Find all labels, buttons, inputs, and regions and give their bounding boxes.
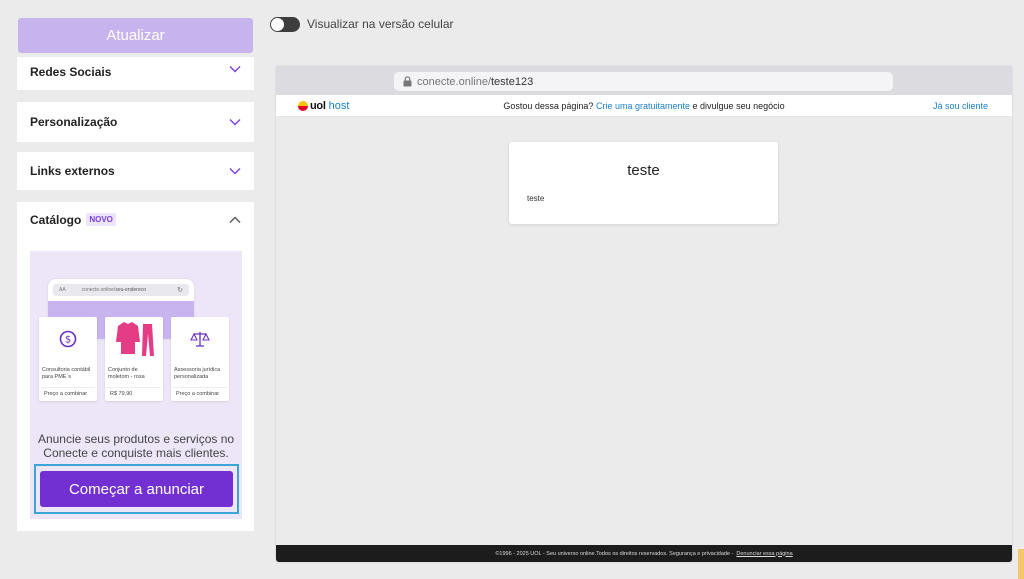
start-advertising-button[interactable]: Começar a anunciar xyxy=(40,471,233,507)
mobile-view-toggle[interactable] xyxy=(270,17,300,32)
promo-text: Anuncie seus produtos e serviços no Cone… xyxy=(37,432,235,460)
uol-logo-icon xyxy=(298,101,308,111)
existing-client-link[interactable]: Já sou cliente xyxy=(933,101,988,111)
product-card: $ Consultoria contábil para PME´s Preço … xyxy=(39,317,97,401)
product-card: Conjunto de moletom - rosa R$ 79,90 xyxy=(105,317,163,401)
host-wordmark: host xyxy=(328,100,350,112)
product-name: Assessoria jurídica personalizada xyxy=(174,367,221,380)
section-title: Redes Sociais xyxy=(30,65,112,79)
mock-url-path: seu-endereco xyxy=(115,287,146,293)
cta-focus-ring: Começar a anunciar xyxy=(34,464,239,514)
product-price: Preço a combinar xyxy=(41,387,95,397)
product-name: Consultoria contábil para PME´s xyxy=(42,367,91,380)
section-title: Catálogo xyxy=(30,213,82,227)
product-price: R$ 79,90 xyxy=(107,387,161,397)
section-social[interactable]: Redes Sociais xyxy=(17,57,254,90)
mock-address-bar: AA conecte.online/seu-endereco ↻ xyxy=(53,284,189,296)
uol-wordmark: uol xyxy=(310,100,326,112)
mock-url-host: conecte.online/ xyxy=(81,287,116,293)
promo-after: e divulgue seu negócio xyxy=(692,101,785,111)
corner-widget[interactable] xyxy=(1018,549,1024,579)
chevron-up-icon xyxy=(229,216,241,223)
uol-host-logo[interactable]: uol host xyxy=(298,100,349,112)
pink-sweatsuit-image xyxy=(116,322,154,356)
new-badge: NOVO xyxy=(86,213,116,226)
product-card: Assessoria jurídica personalizada Preço … xyxy=(171,317,229,401)
section-catalog: Catálogo NOVO AA conecte.online/seu-ender… xyxy=(17,202,254,531)
toggle-knob xyxy=(271,18,284,31)
report-page-link[interactable]: Denunciar essa página xyxy=(736,551,792,557)
section-external-links[interactable]: Links externos xyxy=(17,152,254,190)
lock-icon xyxy=(403,76,412,87)
url-path: teste123 xyxy=(491,75,534,88)
section-catalog-header[interactable]: Catálogo NOVO xyxy=(17,202,254,238)
profile-title: teste xyxy=(627,162,660,179)
promo-before: Gostou dessa página? xyxy=(503,101,594,111)
svg-text:$: $ xyxy=(65,335,71,346)
url-host: conecte.online/ xyxy=(417,75,491,88)
section-title: Personalização xyxy=(30,115,118,129)
footer-text: ©1996 - 2025 UOL - Seu universo online.T… xyxy=(495,550,734,557)
chevron-down-icon xyxy=(229,119,241,126)
uol-host-bar: Gostou dessa página? Crie uma gratuitame… xyxy=(276,95,1012,117)
reload-icon: ↻ xyxy=(177,287,183,294)
browser-chrome: conecte.online/teste123 xyxy=(276,66,1012,95)
promo-message: Gostou dessa página? Crie uma gratuitame… xyxy=(276,101,1012,111)
section-personalization[interactable]: Personalização xyxy=(17,102,254,142)
browser-preview: conecte.online/teste123 Gostou dessa pág… xyxy=(276,66,1012,562)
section-title: Links externos xyxy=(30,164,115,178)
mock-font-label: AA xyxy=(59,287,66,293)
product-price: Preço a combinar xyxy=(173,387,227,397)
chevron-down-icon xyxy=(229,66,241,73)
mobile-view-label: Visualizar na versão celular xyxy=(307,17,454,31)
catalog-promo: AA conecte.online/seu-endereco ↻ $ Consu… xyxy=(30,251,242,519)
left-panel: Atualizar Redes Sociais Personalização L… xyxy=(17,0,254,579)
chevron-down-icon xyxy=(229,168,241,175)
update-button[interactable]: Atualizar xyxy=(18,18,253,53)
address-bar[interactable]: conecte.online/teste123 xyxy=(394,72,893,91)
create-free-link[interactable]: Crie uma gratuitamente xyxy=(596,101,690,111)
product-name: Conjunto de moletom - rosa xyxy=(108,367,145,380)
dollar-coin-icon: $ xyxy=(59,330,77,348)
profile-card: teste teste xyxy=(509,142,778,224)
profile-description: teste xyxy=(527,194,545,203)
preview-footer: ©1996 - 2025 UOL - Seu universo online.T… xyxy=(276,545,1012,562)
scales-icon xyxy=(190,332,210,347)
preview-page: teste teste xyxy=(276,117,1012,545)
